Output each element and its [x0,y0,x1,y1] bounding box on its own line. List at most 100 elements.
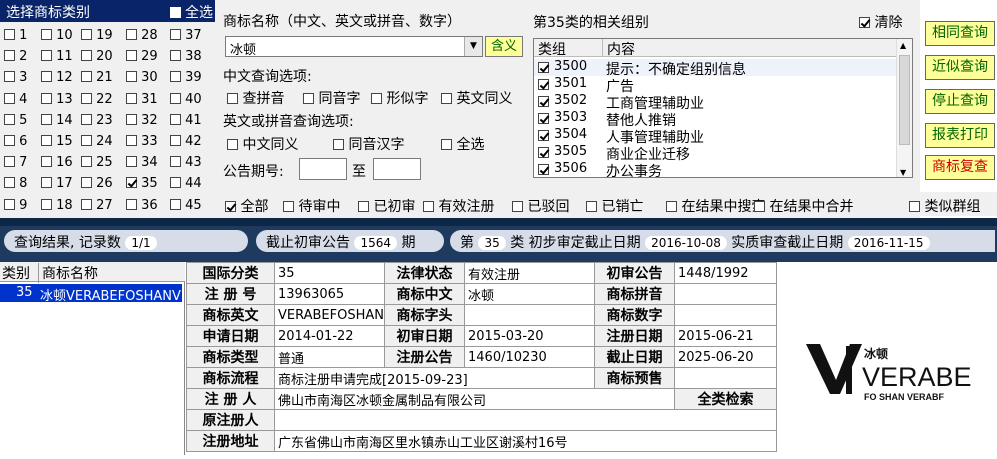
select-all-checkbox[interactable] [169,7,181,18]
class-option[interactable]: 43 [170,155,202,170]
class-checkbox[interactable] [41,156,52,168]
en-option-checkbox[interactable] [333,139,344,150]
chevron-down-icon[interactable]: ▼ [464,37,482,56]
cn-option-en-synonym[interactable]: 英文同义 [441,88,512,108]
class-option[interactable]: 19 [81,28,113,43]
status-filter[interactable]: 类似群组 [909,196,980,216]
group-checkbox[interactable] [538,96,549,107]
class-checkbox[interactable] [4,29,15,40]
status-checkbox[interactable] [358,201,369,212]
status-filter[interactable]: 有效注册 [423,196,494,216]
class-option[interactable]: 29 [126,49,158,64]
select-all-classes[interactable]: 全选 [169,2,213,22]
class-checkbox[interactable] [170,156,181,168]
class-option[interactable]: 17 [41,176,73,191]
status-checkbox[interactable] [512,201,523,212]
class-option[interactable]: 28 [126,28,158,43]
cn-option-homophone[interactable]: 同音字 [303,88,360,108]
class-option[interactable]: 44 [170,176,202,191]
class-checkbox[interactable] [41,113,52,125]
class-checkbox[interactable] [41,198,52,210]
list-item[interactable]: 3506 办公事务 [534,161,896,177]
class-option[interactable]: 7 [4,155,27,170]
announce-to-input[interactable] [373,158,421,180]
class-option[interactable]: 2 [4,49,27,64]
meaning-button[interactable]: 含义 [485,36,523,57]
class-checkbox[interactable] [126,156,137,168]
class-checkbox[interactable] [126,71,137,83]
class-checkbox[interactable] [41,177,52,189]
class-option[interactable]: 20 [81,49,113,64]
class-option[interactable]: 39 [170,70,202,85]
class-checkbox[interactable] [4,156,15,168]
class-option[interactable]: 21 [81,70,113,85]
class-checkbox[interactable] [41,92,52,104]
class-option[interactable]: 30 [126,70,158,85]
list-item[interactable]: 3503 替他人推销 [534,110,896,129]
class-checkbox[interactable] [126,50,137,62]
class-option[interactable]: 12 [41,70,73,85]
cn-option-checkbox[interactable] [441,93,452,104]
class-checkbox[interactable] [126,135,137,146]
status-checkbox[interactable] [225,201,236,212]
class-option[interactable]: 37 [170,28,202,43]
class-checkbox[interactable] [4,71,15,83]
class-checkbox[interactable] [4,50,15,62]
name-input[interactable]: 冰顿 [225,36,483,58]
class-checkbox[interactable] [170,135,181,146]
class-checkbox[interactable] [170,177,181,189]
class-checkbox[interactable] [126,177,137,189]
status-filter[interactable]: 已销亡 [586,196,643,216]
status-filter[interactable]: 已初审 [358,196,415,216]
status-filter[interactable]: 全部 [225,196,268,216]
class-checkbox[interactable] [81,71,92,83]
list-item[interactable]: 3502 工商管理辅助业 [534,93,896,112]
class-checkbox[interactable] [81,113,92,125]
cn-option-pinyin[interactable]: 查拼音 [227,88,284,108]
group-scrollbar[interactable]: ▲ ▼ [896,39,912,177]
list-item[interactable]: 3505 商业企业迁移 [534,144,896,163]
clear-checkbox[interactable] [859,17,870,28]
class-checkbox[interactable] [4,198,15,210]
class-checkbox[interactable] [4,135,15,146]
class-option[interactable]: 45 [170,198,202,213]
class-checkbox[interactable] [41,135,52,146]
class-option[interactable]: 22 [81,92,113,107]
class-checkbox[interactable] [81,198,92,210]
class-checkbox[interactable] [4,92,15,104]
class-checkbox[interactable] [170,71,181,83]
class-option[interactable]: 36 [126,198,158,213]
class-checkbox[interactable] [126,198,137,210]
report-print-button[interactable]: 报表打印 [925,123,995,148]
class-checkbox[interactable] [170,29,181,40]
status-filter[interactable]: 已驳回 [512,196,569,216]
table-row[interactable]: 35 冰顿VERABEFOSHANVI [0,284,182,302]
class-option[interactable]: 24 [81,134,113,149]
group-checkbox[interactable] [538,79,549,90]
class-option[interactable]: 3 [4,70,27,85]
cn-option-checkbox[interactable] [227,93,238,104]
class-checkbox[interactable] [126,113,137,125]
class-option[interactable]: 42 [170,134,202,149]
en-option-homophone[interactable]: 同音汉字 [333,134,404,154]
status-filter[interactable]: 在结果中搜索 [666,196,765,216]
cn-option-shape[interactable]: 形似字 [371,88,428,108]
group-checkbox[interactable] [538,147,549,158]
group-checkbox[interactable] [538,113,549,124]
group-list[interactable]: 类组 内容 3500 提示：不确定组别信息 3501 广告 3502 工商管理辅助业 350… [533,38,913,178]
class-checkbox[interactable] [81,156,92,168]
group-checkbox[interactable] [538,130,549,141]
status-checkbox[interactable] [754,201,765,212]
class-checkbox[interactable] [170,92,181,104]
class-option[interactable]: 34 [126,155,158,170]
scroll-up-icon[interactable]: ▲ [900,41,906,50]
en-option-checkbox[interactable] [227,139,238,150]
cn-option-checkbox[interactable] [371,93,382,104]
class-option[interactable]: 13 [41,92,73,107]
status-checkbox[interactable] [423,201,434,212]
class-option[interactable]: 8 [4,176,27,191]
class-option[interactable]: 27 [81,198,113,213]
stop-search-button[interactable]: 停止查询 [925,89,995,114]
class-checkbox[interactable] [81,29,92,40]
status-checkbox[interactable] [283,201,294,212]
